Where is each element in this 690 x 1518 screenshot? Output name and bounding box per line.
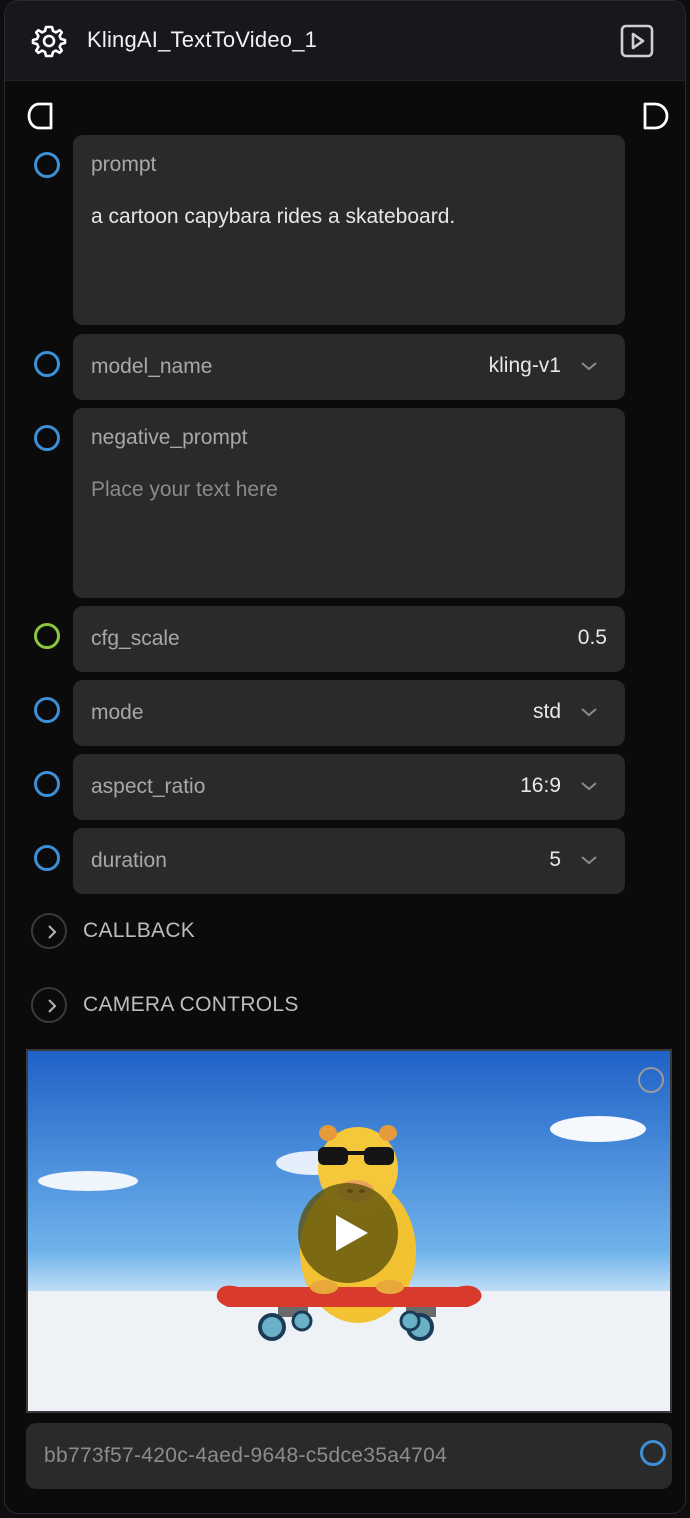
duration-label: duration bbox=[91, 849, 167, 872]
negative-prompt-label: negative_prompt bbox=[91, 426, 248, 449]
output-port-icon[interactable] bbox=[641, 101, 671, 131]
video-preview[interactable] bbox=[26, 1049, 672, 1413]
chevron-down-icon bbox=[581, 362, 597, 371]
camera-controls-section-title: CAMERA CONTROLS bbox=[83, 993, 299, 1016]
duration-socket[interactable] bbox=[34, 845, 60, 871]
mode-label: mode bbox=[91, 701, 144, 724]
prompt-socket[interactable] bbox=[34, 152, 60, 178]
mode-socket[interactable] bbox=[34, 697, 60, 723]
node-header: KlingAI_TextToVideo_1 bbox=[5, 1, 685, 81]
task-id-socket[interactable] bbox=[640, 1440, 666, 1466]
cfg-scale-label: cfg_scale bbox=[91, 627, 180, 650]
task-id-output: bb773f57-420c-4aed-9648-c5dce35a4704 bbox=[26, 1423, 672, 1489]
chevron-down-icon bbox=[581, 856, 597, 865]
aspect-ratio-socket[interactable] bbox=[34, 771, 60, 797]
aspect-ratio-value: 16:9 bbox=[520, 774, 561, 797]
play-square-icon[interactable] bbox=[619, 23, 655, 59]
chevron-right-icon bbox=[31, 987, 67, 1023]
model-name-label: model_name bbox=[91, 355, 213, 378]
play-button[interactable] bbox=[298, 1183, 398, 1283]
model-name-dropdown[interactable]: model_name kling-v1 bbox=[73, 334, 625, 400]
chevron-down-icon bbox=[581, 782, 597, 791]
negative-prompt-socket[interactable] bbox=[34, 425, 60, 451]
cfg-scale-field[interactable]: cfg_scale 0.5 bbox=[73, 606, 625, 672]
mode-value: std bbox=[532, 700, 561, 723]
aspect-ratio-dropdown[interactable]: aspect_ratio 16:9 bbox=[73, 754, 625, 820]
cfg-scale-value[interactable]: 0.5 bbox=[578, 626, 607, 650]
cfg-scale-socket[interactable] bbox=[34, 623, 60, 649]
mode-dropdown[interactable]: mode std bbox=[73, 680, 625, 746]
callback-section-title: CALLBACK bbox=[83, 919, 196, 942]
negative-prompt-field[interactable]: negative_prompt Place your text here bbox=[73, 408, 625, 598]
duration-value: 5 bbox=[549, 848, 561, 871]
node-title: KlingAI_TextToVideo_1 bbox=[87, 27, 318, 52]
chevron-right-icon bbox=[31, 913, 67, 949]
prompt-label: prompt bbox=[91, 153, 157, 176]
aspect-ratio-label: aspect_ratio bbox=[91, 775, 206, 798]
model-name-value: kling-v1 bbox=[488, 354, 561, 377]
duration-dropdown[interactable]: duration 5 bbox=[73, 828, 625, 894]
negative-prompt-placeholder[interactable]: Place your text here bbox=[91, 478, 278, 502]
node-card: KlingAI_TextToVideo_1 prompt a cartoon c… bbox=[4, 0, 686, 1514]
model-name-socket[interactable] bbox=[34, 351, 60, 377]
chevron-down-icon bbox=[581, 708, 597, 717]
play-icon bbox=[336, 1215, 368, 1251]
video-output-socket[interactable] bbox=[638, 1067, 664, 1093]
prompt-value[interactable]: a cartoon capybara rides a skateboard. bbox=[91, 205, 455, 229]
gear-icon[interactable] bbox=[31, 23, 67, 59]
prompt-field[interactable]: prompt a cartoon capybara rides a skateb… bbox=[73, 135, 625, 325]
task-id-value: bb773f57-420c-4aed-9648-c5dce35a4704 bbox=[44, 1444, 448, 1467]
input-port-icon[interactable] bbox=[25, 101, 55, 131]
